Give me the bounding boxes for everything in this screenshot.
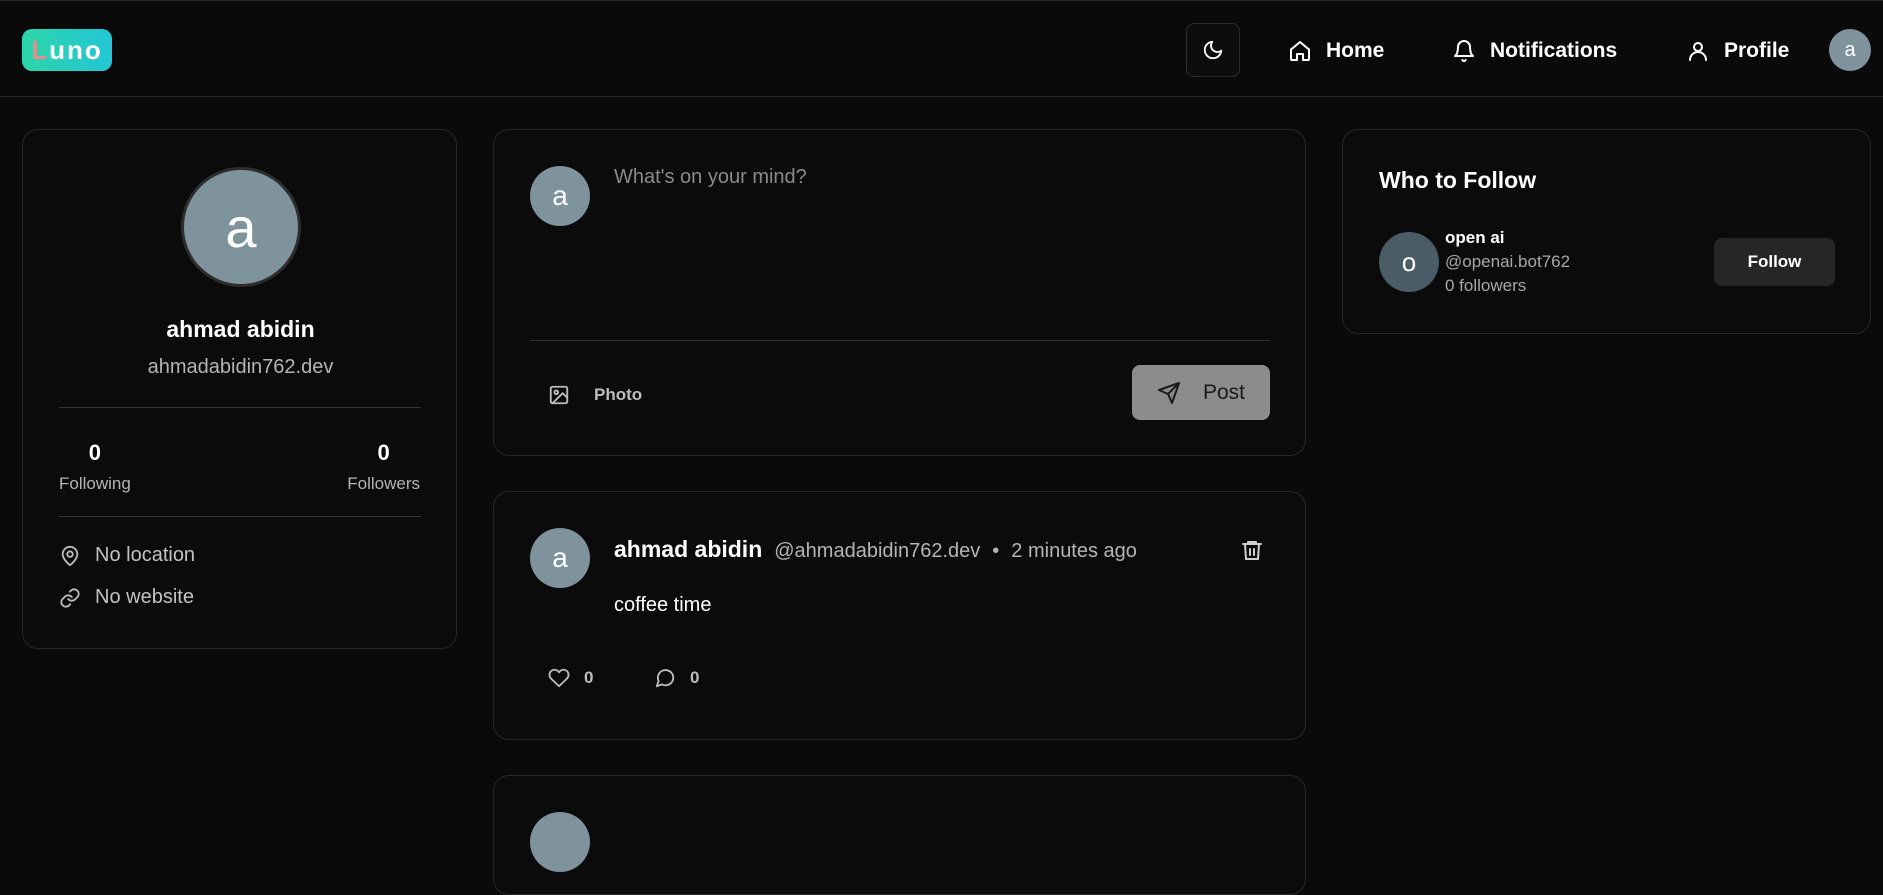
who-to-follow-title: Who to Follow xyxy=(1379,167,1537,193)
bell-icon xyxy=(1452,39,1476,63)
nav-home[interactable]: Home xyxy=(1288,31,1384,71)
trash-icon xyxy=(1240,538,1264,562)
like-count: 0 xyxy=(584,668,594,687)
nav-notifications-label: Notifications xyxy=(1490,39,1618,62)
suggested-user-followers: 0 followers xyxy=(1445,276,1527,295)
suggested-user-handle: @openai.bot762 xyxy=(1445,252,1571,271)
heart-icon xyxy=(548,667,570,689)
website-text: No website xyxy=(95,586,194,608)
website-row: No website xyxy=(59,586,194,609)
logo-rest: uno xyxy=(49,34,103,65)
profile-divider xyxy=(59,407,421,408)
logo-first-letter: L xyxy=(31,34,50,65)
following-stat[interactable]: 0 Following xyxy=(59,440,131,494)
location-text: No location xyxy=(95,544,196,566)
post-separator: • xyxy=(992,540,1000,562)
post-composer: a Photo Post xyxy=(493,129,1306,456)
post-card: a ahmad abidin @ahmadabidin762.dev • 2 m… xyxy=(493,491,1306,740)
following-count: 0 xyxy=(88,440,102,465)
profile-name: ahmad abidin xyxy=(166,316,315,342)
post-author-name[interactable]: ahmad abidin xyxy=(614,536,762,563)
suggested-user-info: open ai @openai.bot762 0 followers xyxy=(1445,228,1570,296)
followers-label: Followers xyxy=(347,474,420,493)
comment-icon xyxy=(654,667,676,689)
profile-handle: ahmadabidin762.dev xyxy=(147,356,334,378)
theme-toggle-button[interactable] xyxy=(1186,23,1240,77)
nav-notifications[interactable]: Notifications xyxy=(1452,31,1617,71)
send-icon xyxy=(1157,381,1181,405)
who-to-follow-card: Who to Follow o open ai @openai.bot762 0… xyxy=(1342,129,1871,334)
delete-post-button[interactable] xyxy=(1240,538,1264,562)
follow-button[interactable]: Follow xyxy=(1714,238,1835,286)
comment-count: 0 xyxy=(690,668,700,687)
user-avatar[interactable]: a xyxy=(1829,29,1871,71)
post-input[interactable] xyxy=(614,166,1264,286)
post-author-avatar[interactable] xyxy=(530,812,590,872)
nav-profile-label: Profile xyxy=(1724,39,1790,62)
post-content: coffee time xyxy=(614,594,712,616)
post-card xyxy=(493,775,1306,895)
suggested-user-name[interactable]: open ai xyxy=(1445,228,1570,248)
photo-label: Photo xyxy=(594,385,643,404)
post-button[interactable]: Post xyxy=(1132,365,1270,420)
profile-avatar: a xyxy=(181,167,301,287)
map-pin-icon xyxy=(59,545,81,567)
app-logo[interactable]: Luno xyxy=(22,29,112,71)
followers-stat[interactable]: 0 Followers xyxy=(347,440,420,494)
profile-divider xyxy=(59,516,421,517)
like-button[interactable]: 0 xyxy=(548,667,593,689)
nav-home-label: Home xyxy=(1326,39,1385,62)
profile-card: a ahmad abidin ahmadabidin762.dev 0 Foll… xyxy=(22,129,457,649)
post-label: Post xyxy=(1202,380,1246,404)
moon-icon xyxy=(1202,39,1224,61)
comment-button[interactable]: 0 xyxy=(654,667,699,689)
post-time: 2 minutes ago xyxy=(1011,540,1137,562)
post-author-handle: @ahmadabidin762.dev xyxy=(774,540,981,562)
nav-profile[interactable]: Profile xyxy=(1686,31,1789,71)
composer-avatar: a xyxy=(530,166,590,226)
post-meta: ahmad abidin @ahmadabidin762.dev • 2 min… xyxy=(614,536,1137,563)
post-author-avatar[interactable]: a xyxy=(530,528,590,588)
image-icon xyxy=(548,384,570,406)
following-label: Following xyxy=(59,474,131,493)
suggested-user-avatar[interactable]: o xyxy=(1379,232,1439,292)
top-navbar: Luno Home Notifications Profile a xyxy=(0,0,1883,97)
location-row: No location xyxy=(59,544,195,567)
user-icon xyxy=(1686,39,1710,63)
followers-count: 0 xyxy=(377,440,390,465)
home-icon xyxy=(1288,39,1312,63)
link-icon xyxy=(59,587,81,609)
composer-divider xyxy=(530,340,1270,341)
photo-button[interactable]: Photo xyxy=(548,375,642,415)
